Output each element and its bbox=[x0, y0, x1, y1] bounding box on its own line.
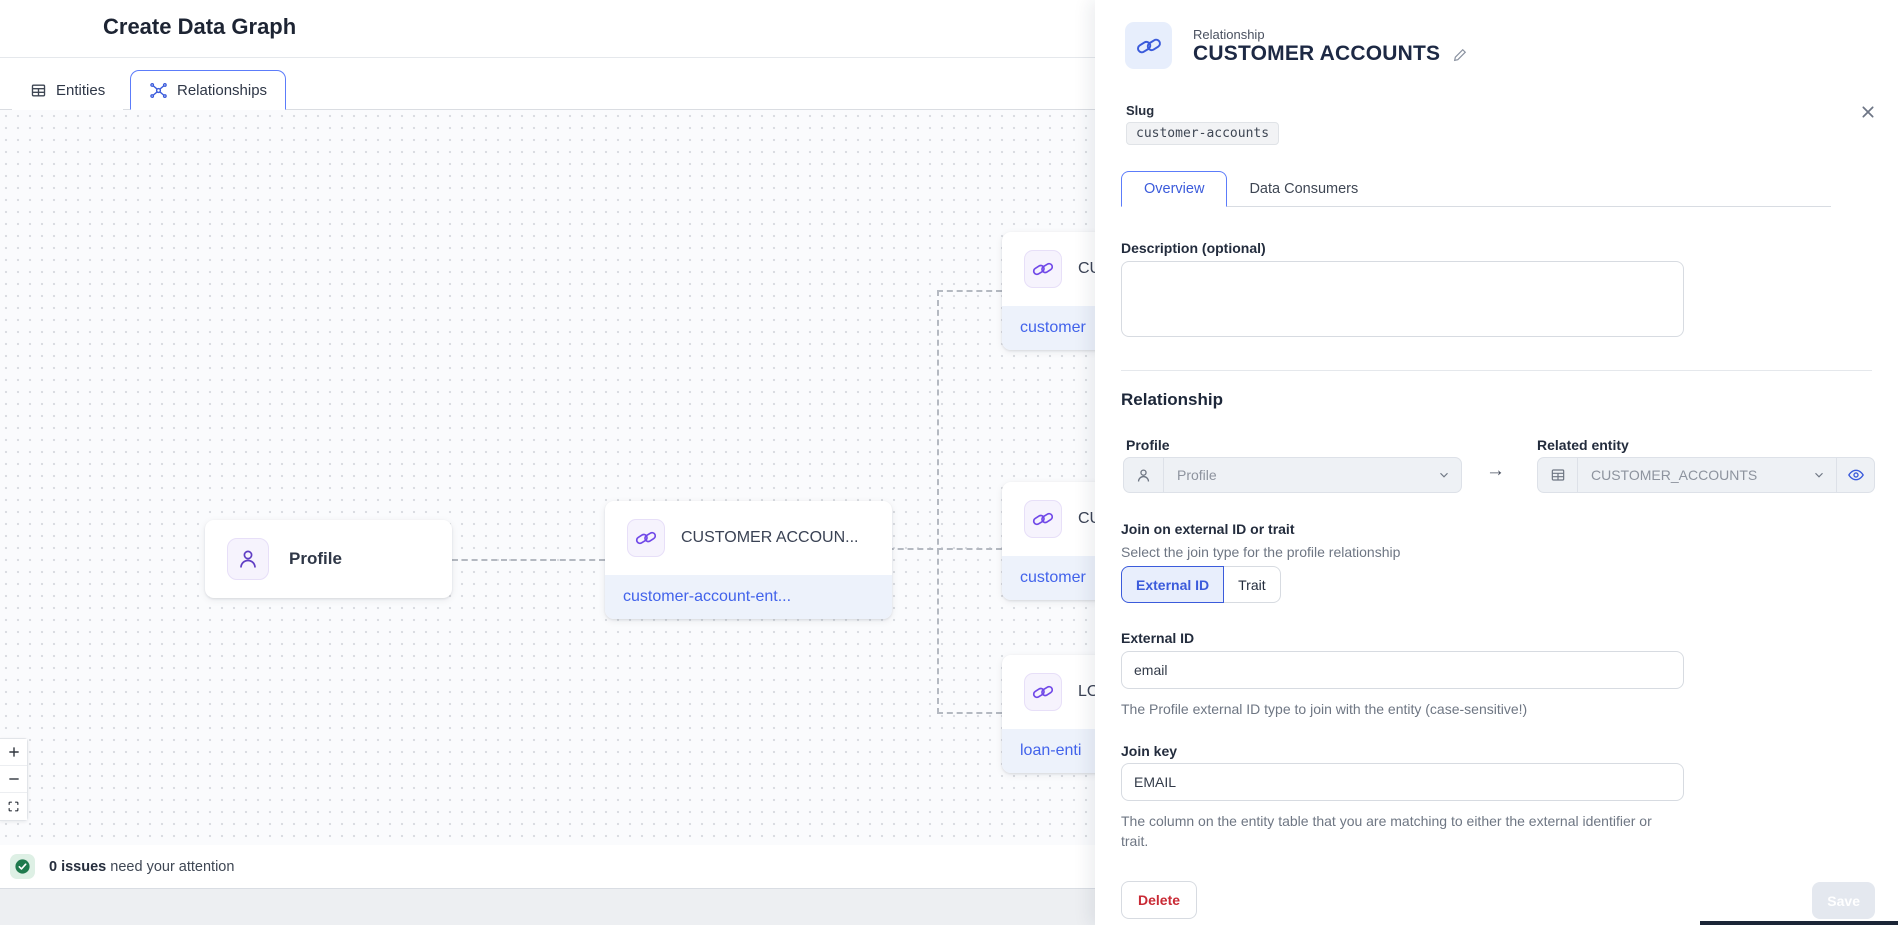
bottom-edge-strip bbox=[1700, 921, 1898, 925]
issues-status-text: 0 issues need your attention bbox=[49, 859, 234, 875]
tab-entities-label: Entities bbox=[56, 82, 105, 99]
panel-type-label: Relationship bbox=[1193, 27, 1265, 42]
node-customer-accounts-slug[interactable]: customer-account-ent... bbox=[605, 575, 892, 619]
external-id-input[interactable] bbox=[1121, 651, 1684, 689]
external-id-label: External ID bbox=[1121, 630, 1194, 646]
join-type-toggle: External ID Trait bbox=[1121, 566, 1281, 603]
issues-count: 0 issues bbox=[49, 859, 106, 875]
join-key-help: The column on the entity table that you … bbox=[1121, 811, 1666, 852]
link-icon bbox=[627, 519, 665, 557]
related-entity-select-value: CUSTOMER_ACCOUNTS bbox=[1578, 467, 1812, 483]
join-type-label: Join on external ID or trait bbox=[1121, 521, 1294, 537]
create-data-graph-app: Create Data Graph Entities Relationship bbox=[0, 0, 1898, 925]
link-icon bbox=[1024, 250, 1062, 288]
tab-entities[interactable]: Entities bbox=[12, 71, 123, 110]
table-icon bbox=[1538, 458, 1578, 492]
node-right-mid-title: CU bbox=[1078, 510, 1095, 528]
join-key-label: Join key bbox=[1121, 743, 1177, 759]
slug-value: customer-accounts bbox=[1126, 122, 1279, 145]
panel-tabs: Overview Data Consumers bbox=[1121, 170, 1831, 207]
slug-label: Slug bbox=[1126, 103, 1154, 118]
network-icon bbox=[149, 81, 168, 100]
zoom-in-button[interactable] bbox=[0, 739, 27, 766]
profile-select-value: Profile bbox=[1164, 467, 1437, 483]
node-loan[interactable]: LO loan-enti bbox=[1002, 655, 1095, 773]
panel-title: CUSTOMER ACCOUNTS bbox=[1193, 42, 1440, 66]
relationship-link-icon bbox=[1125, 22, 1172, 69]
tab-data-consumers[interactable]: Data Consumers bbox=[1227, 171, 1380, 207]
relationship-section-heading: Relationship bbox=[1121, 390, 1223, 410]
edit-title-icon[interactable] bbox=[1452, 46, 1469, 63]
edge-branch-bottom bbox=[937, 712, 1002, 714]
canvas-zoom-controls bbox=[0, 738, 28, 821]
node-customer-accounts-header: CUSTOMER ACCOUN... bbox=[605, 501, 892, 575]
node-customer-accounts[interactable]: CUSTOMER ACCOUN... customer-account-ent.… bbox=[605, 501, 892, 619]
delete-button[interactable]: Delete bbox=[1121, 881, 1197, 919]
preview-entity-eye-icon[interactable] bbox=[1836, 458, 1874, 492]
description-label: Description (optional) bbox=[1121, 240, 1266, 256]
node-profile[interactable]: Profile bbox=[205, 520, 452, 598]
node-right-top-slug[interactable]: customer bbox=[1002, 306, 1095, 350]
join-type-external-id[interactable]: External ID bbox=[1121, 566, 1224, 603]
fit-view-button[interactable] bbox=[0, 793, 27, 820]
node-loan-slug[interactable]: loan-enti bbox=[1002, 729, 1095, 773]
join-key-input[interactable] bbox=[1121, 763, 1684, 801]
related-entity-label: Related entity bbox=[1537, 437, 1629, 453]
related-entity-select[interactable]: CUSTOMER_ACCOUNTS bbox=[1537, 457, 1875, 493]
save-button[interactable]: Save bbox=[1812, 882, 1875, 919]
edge-branch-vertical bbox=[937, 290, 939, 714]
relationship-detail-panel: Relationship CUSTOMER ACCOUNTS Slug cust… bbox=[1095, 0, 1898, 925]
issues-rest: need your attention bbox=[106, 859, 234, 875]
edge-customer-accounts-branch bbox=[878, 548, 1002, 550]
link-icon bbox=[1024, 673, 1062, 711]
tab-overview[interactable]: Overview bbox=[1121, 171, 1227, 207]
issues-status-bar: 0 issues need your attention bbox=[0, 845, 1095, 889]
link-icon bbox=[1024, 500, 1062, 538]
footer-strip bbox=[0, 889, 1095, 925]
description-textarea[interactable] bbox=[1121, 261, 1684, 337]
view-tabbar: Entities Relationships bbox=[0, 58, 1095, 110]
node-right-mid-slug[interactable]: customer bbox=[1002, 556, 1095, 600]
zoom-out-button[interactable] bbox=[0, 766, 27, 793]
chevron-down-icon bbox=[1812, 468, 1836, 482]
chevron-down-icon bbox=[1437, 468, 1461, 482]
join-type-help: Select the join type for the profile rel… bbox=[1121, 542, 1400, 562]
section-divider bbox=[1121, 370, 1872, 371]
page-title: Create Data Graph bbox=[103, 14, 296, 40]
tab-relationships[interactable]: Relationships bbox=[130, 70, 286, 110]
table-icon bbox=[30, 82, 47, 99]
profile-label: Profile bbox=[1126, 437, 1170, 453]
node-right-top[interactable]: CU customer bbox=[1002, 232, 1095, 350]
node-profile-label: Profile bbox=[289, 549, 342, 569]
tab-relationships-label: Relationships bbox=[177, 82, 267, 99]
edge-profile-to-customer-accounts bbox=[452, 559, 605, 561]
person-icon bbox=[1124, 458, 1164, 492]
node-customer-accounts-title: CUSTOMER ACCOUN... bbox=[681, 529, 859, 547]
check-circle-icon bbox=[10, 854, 35, 879]
edge-branch-top bbox=[937, 290, 1002, 292]
node-right-mid[interactable]: CU customer bbox=[1002, 482, 1095, 600]
close-panel-icon[interactable] bbox=[1860, 104, 1876, 120]
person-icon bbox=[227, 538, 269, 580]
profile-select[interactable]: Profile bbox=[1123, 457, 1462, 493]
graph-canvas[interactable]: Profile CUSTOMER ACCOUN... customer-acco… bbox=[0, 110, 1095, 845]
arrow-right-icon: → bbox=[1486, 460, 1505, 482]
external-id-help: The Profile external ID type to join wit… bbox=[1121, 699, 1527, 719]
node-right-top-title: CU bbox=[1078, 260, 1095, 278]
join-type-trait[interactable]: Trait bbox=[1224, 566, 1280, 603]
node-loan-title: LO bbox=[1078, 683, 1095, 701]
